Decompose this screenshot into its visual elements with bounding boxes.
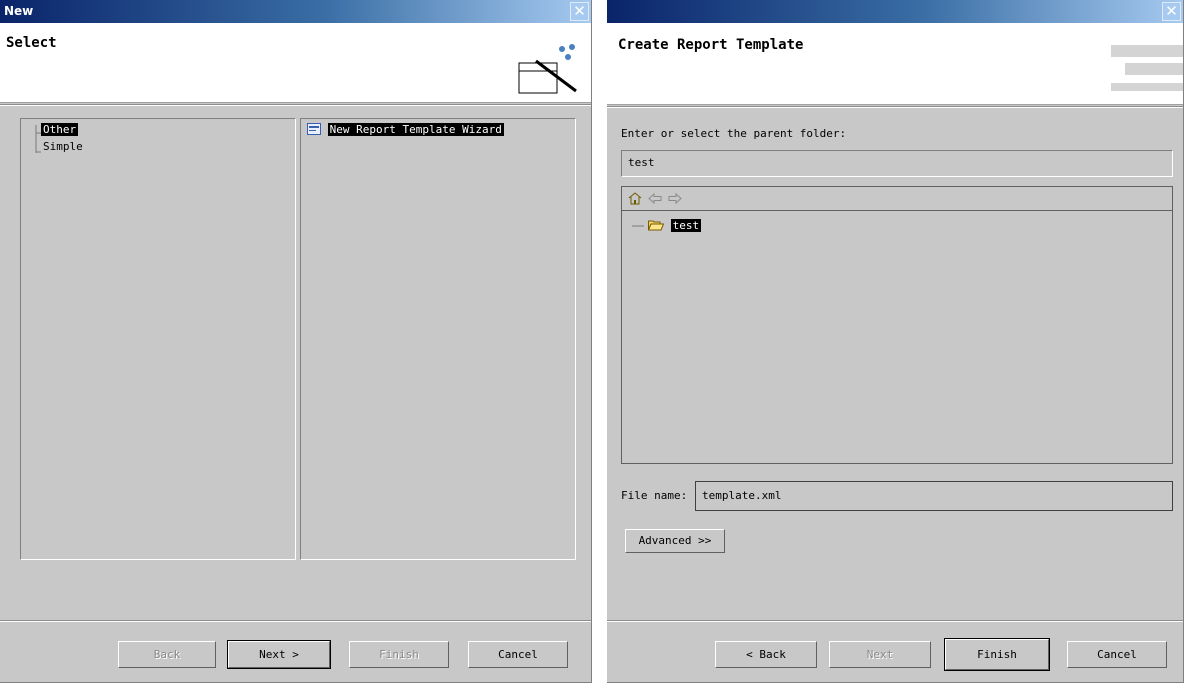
next-button-label: Next >: [259, 648, 299, 661]
footer-separator: [0, 620, 591, 622]
template-banner-icon: [1107, 37, 1183, 101]
back-arrow-icon[interactable]: [648, 193, 662, 204]
header-separator: [607, 106, 1183, 108]
tree-item-label: test: [670, 219, 702, 232]
forward-arrow-icon[interactable]: [668, 193, 682, 204]
wizard-header: Create Report Template: [607, 23, 1183, 105]
back-button-label: Back: [153, 648, 181, 661]
new-wizard-icon: [518, 44, 577, 94]
list-item-report-wizard[interactable]: New Report Template Wizard: [307, 123, 504, 136]
back-button[interactable]: Back: [118, 641, 216, 668]
close-button[interactable]: ✕: [570, 2, 589, 21]
wizard-header: Select: [0, 23, 591, 103]
cancel-button-label: Cancel: [1097, 648, 1137, 661]
page-title: Select: [6, 35, 57, 51]
label-text: File name:: [621, 489, 688, 502]
tree-nav-bar: [622, 187, 1172, 211]
page-title: Create Report Template: [618, 37, 804, 53]
close-button[interactable]: ✕: [1162, 2, 1181, 21]
tree-item-label: Simple: [43, 140, 83, 153]
parent-folder-input[interactable]: test: [621, 150, 1173, 177]
finish-button[interactable]: Finish: [944, 638, 1050, 671]
next-button[interactable]: Next: [829, 641, 931, 668]
finish-button-label: Finish: [977, 648, 1017, 661]
next-button-label: Next: [866, 648, 894, 661]
create-report-template-dialog: ✕ Create Report Template Enter or select…: [607, 0, 1184, 683]
window-title: New: [4, 4, 34, 18]
open-folder-icon: [647, 220, 665, 231]
cancel-button[interactable]: Cancel: [468, 641, 568, 668]
home-icon[interactable]: [628, 192, 642, 205]
back-button[interactable]: < Back: [715, 641, 817, 668]
file-name-value: template.xml: [702, 489, 782, 502]
category-tree[interactable]: Other Simple: [20, 118, 296, 560]
tree-lines-icon: [35, 125, 41, 153]
parent-folder-value: test: [628, 156, 655, 169]
title-bar[interactable]: New ✕: [0, 0, 591, 23]
wizard-list[interactable]: New Report Template Wizard: [300, 118, 576, 560]
new-wizard-dialog: New ✕ Select Other Simple New Report Tem…: [0, 0, 592, 683]
title-bar[interactable]: ✕: [607, 0, 1183, 23]
finish-button[interactable]: Finish: [349, 641, 449, 668]
close-icon: ✕: [573, 2, 586, 20]
tree-line-icon: [632, 225, 644, 227]
cancel-button-label: Cancel: [498, 648, 538, 661]
tree-item-test[interactable]: test: [647, 219, 702, 232]
list-item-label: New Report Template Wizard: [327, 123, 504, 136]
finish-button-label: Finish: [379, 648, 419, 661]
file-name-input[interactable]: template.xml: [695, 481, 1173, 511]
tree-item-simple[interactable]: Simple: [43, 140, 83, 153]
file-name-label: File name:: [621, 489, 687, 502]
advanced-button[interactable]: Advanced >>: [625, 529, 725, 553]
close-icon: ✕: [1165, 2, 1178, 20]
back-button-label: < Back: [746, 648, 786, 661]
folder-tree[interactable]: test: [621, 186, 1173, 464]
advanced-button-label: Advanced >>: [638, 534, 712, 547]
cancel-button[interactable]: Cancel: [1067, 641, 1167, 668]
header-separator: [0, 104, 591, 106]
tree-item-label: Other: [41, 123, 79, 136]
report-template-icon: [307, 123, 321, 135]
footer-separator: [607, 620, 1183, 622]
parent-folder-label: Enter or select the parent folder:: [621, 127, 846, 140]
next-button[interactable]: Next >: [227, 640, 331, 669]
label-text: Enter or select the parent folder:: [621, 127, 847, 140]
tree-item-other[interactable]: Other: [41, 123, 79, 136]
